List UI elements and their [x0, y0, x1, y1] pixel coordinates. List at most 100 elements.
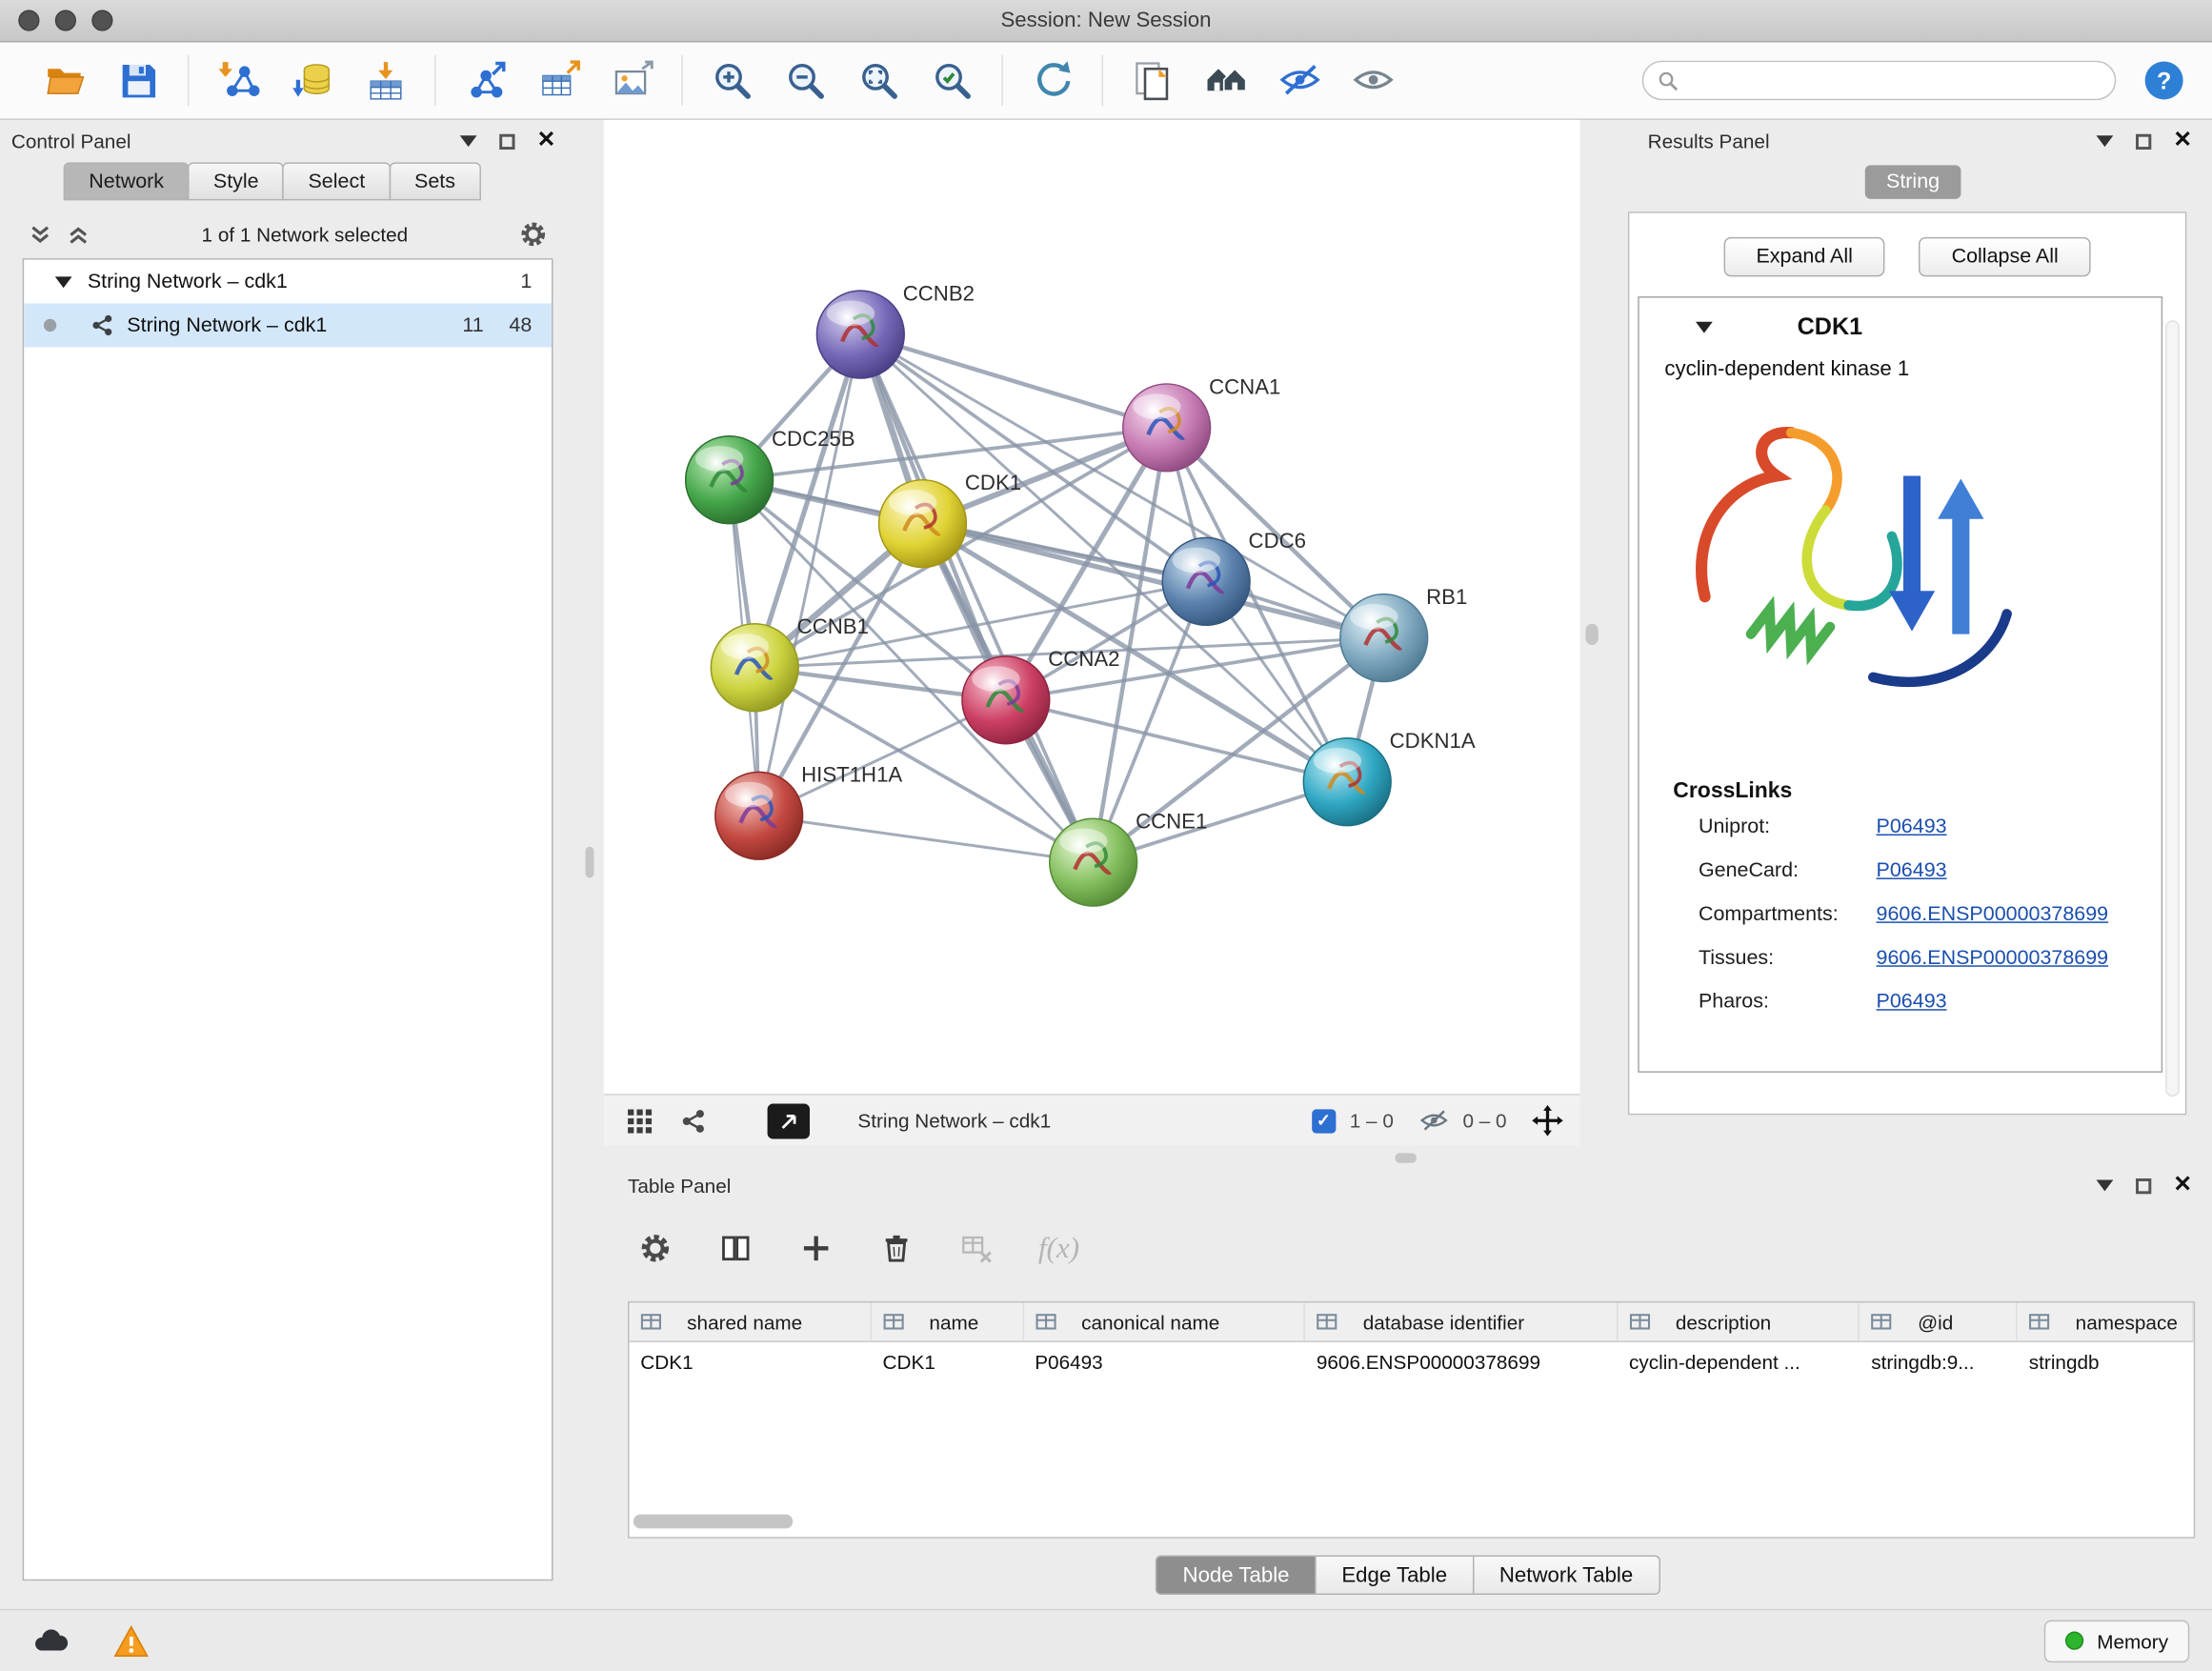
crosslink-link[interactable]: P06493	[1877, 990, 1947, 1013]
table-cell[interactable]: stringdb:9...	[1860, 1342, 2018, 1381]
tab-network-table[interactable]: Network Table	[1473, 1556, 1660, 1595]
network-node-hist1h1a[interactable]	[715, 772, 803, 859]
maximize-window-button[interactable]	[91, 10, 112, 30]
create-column-button[interactable]	[797, 1229, 835, 1266]
zoom-out-button[interactable]	[774, 48, 838, 112]
gallery-button[interactable]	[1194, 48, 1258, 112]
selected-checkbox-icon[interactable]: ✓	[1312, 1109, 1336, 1133]
cloud-status-button[interactable]	[23, 1620, 76, 1661]
import-network-database-button[interactable]	[279, 48, 344, 112]
tab-network[interactable]: Network	[64, 162, 190, 200]
network-node-ccnb1[interactable]	[711, 624, 798, 712]
copy-document-button[interactable]	[1120, 48, 1185, 112]
tab-select[interactable]: Select	[283, 162, 391, 200]
network-graph[interactable]: CCNB2CCNA1CDC25BCDK1CDC6RB1CCNB1CCNA2CDK…	[604, 120, 1580, 1094]
detach-view-button[interactable]	[768, 1103, 810, 1138]
tab-string[interactable]: String	[1865, 165, 1961, 199]
float-panel-icon[interactable]	[459, 135, 476, 147]
import-network-file-button[interactable]	[206, 48, 271, 112]
collection-expander-icon[interactable]	[55, 276, 72, 288]
table-settings-button[interactable]	[636, 1229, 674, 1266]
open-session-button[interactable]	[32, 48, 97, 112]
help-button[interactable]: ?	[2139, 55, 2189, 106]
tab-style[interactable]: Style	[188, 162, 284, 200]
network-node-cdc6[interactable]	[1162, 537, 1250, 625]
table-row[interactable]: CDK1CDK1P064939606.ENSP00000378699cyclin…	[629, 1342, 2193, 1381]
table-cell[interactable]: cyclin-dependent ...	[1618, 1342, 1860, 1381]
network-node-ccne1[interactable]	[1050, 818, 1137, 906]
network-row[interactable]: String Network – cdk1 11 48	[24, 304, 552, 348]
save-session-button[interactable]	[106, 48, 171, 112]
maximize-panel-icon[interactable]	[2135, 1178, 2150, 1193]
zoom-in-button[interactable]	[700, 48, 765, 112]
table-horizontal-scrollbar[interactable]	[633, 1515, 793, 1529]
float-panel-icon[interactable]	[2096, 135, 2113, 147]
table-cell[interactable]: CDK1	[629, 1342, 871, 1381]
show-columns-button[interactable]	[716, 1229, 754, 1266]
network-node-cdkn1a[interactable]	[1303, 738, 1391, 826]
column-header-namespace[interactable]: namespace	[2018, 1302, 2194, 1340]
zoom-selected-button[interactable]	[920, 48, 985, 112]
network-edge[interactable]	[860, 334, 1166, 428]
birdseye-view-button[interactable]	[674, 1102, 712, 1139]
export-image-button[interactable]	[599, 48, 664, 112]
collapse-all-button[interactable]: Collapse All	[1920, 237, 2091, 276]
table-cell[interactable]: 9606.ENSP00000378699	[1305, 1342, 1618, 1381]
delete-table-button[interactable]	[958, 1229, 995, 1266]
tab-edge-table[interactable]: Edge Table	[1315, 1556, 1474, 1595]
network-node-cdc25b[interactable]	[686, 436, 774, 524]
global-search[interactable]	[1642, 61, 2117, 100]
table-cell[interactable]: stringdb	[2018, 1342, 2194, 1381]
column-header-name[interactable]: name	[872, 1302, 1024, 1340]
table-cell[interactable]: P06493	[1023, 1342, 1305, 1381]
close-window-button[interactable]	[18, 10, 39, 30]
close-panel-icon[interactable]: ✕	[2173, 1175, 2192, 1198]
export-table-button[interactable]	[526, 48, 591, 112]
network-node-ccna1[interactable]	[1123, 384, 1211, 472]
network-edge[interactable]	[759, 334, 861, 815]
close-panel-icon[interactable]: ✕	[537, 130, 556, 152]
function-builder-button[interactable]: f(x)	[1038, 1230, 1079, 1265]
tab-node-table[interactable]: Node Table	[1156, 1556, 1316, 1595]
network-node-ccnb2[interactable]	[816, 291, 904, 378]
tab-sets[interactable]: Sets	[389, 162, 480, 200]
hide-graphics-details-button[interactable]	[1267, 48, 1332, 112]
memory-button[interactable]: Memory	[2044, 1620, 2189, 1661]
column-header-id[interactable]: @id	[1860, 1302, 2018, 1340]
column-header-shared-name[interactable]: shared name	[629, 1302, 871, 1340]
table-cell[interactable]: CDK1	[872, 1342, 1024, 1381]
close-panel-icon[interactable]: ✕	[2173, 130, 2192, 152]
expand-all-button[interactable]: Expand All	[1723, 237, 1885, 276]
import-table-button[interactable]	[352, 48, 417, 112]
expand-all-icon[interactable]	[67, 222, 90, 246]
gear-icon[interactable]	[519, 220, 548, 249]
crosslink-link[interactable]: 9606.ENSP00000378699	[1877, 946, 2109, 969]
show-graphics-details-button[interactable]	[1340, 48, 1405, 112]
pan-crosshair-icon[interactable]	[1532, 1105, 1563, 1137]
network-canvas[interactable]: CCNB2CCNA1CDC25BCDK1CDC6RB1CCNB1CCNA2CDK…	[604, 120, 1580, 1094]
crosslink-link[interactable]: 9606.ENSP00000378699	[1877, 902, 2109, 925]
network-node-cdk1[interactable]	[879, 480, 967, 568]
results-scrollbar[interactable]	[2165, 320, 2180, 1097]
crosslink-link[interactable]: P06493	[1877, 815, 1947, 838]
hidden-eye-icon[interactable]	[1419, 1106, 1449, 1136]
network-edge[interactable]	[922, 524, 1383, 638]
warnings-button[interactable]	[105, 1620, 158, 1661]
entry-expander-icon[interactable]	[1696, 322, 1713, 333]
network-edge[interactable]	[1006, 700, 1347, 782]
column-header-database-identifier[interactable]: database identifier	[1305, 1302, 1618, 1340]
maximize-panel-icon[interactable]	[499, 133, 514, 149]
network-node-ccna2[interactable]	[962, 656, 1050, 744]
network-node-rb1[interactable]	[1340, 594, 1428, 682]
grid-view-button[interactable]	[621, 1102, 658, 1139]
network-edge[interactable]	[759, 815, 1094, 862]
left-splitter-handle[interactable]	[586, 847, 594, 878]
collapse-all-icon[interactable]	[29, 222, 52, 246]
export-network-button[interactable]	[452, 48, 517, 112]
column-header-description[interactable]: description	[1618, 1302, 1860, 1340]
float-panel-icon[interactable]	[2096, 1179, 2113, 1191]
zoom-fit-button[interactable]	[847, 48, 912, 112]
right-splitter-handle[interactable]	[1585, 624, 1598, 645]
horizontal-splitter-handle[interactable]	[1396, 1153, 1417, 1162]
network-collection-row[interactable]: String Network – cdk1 1	[24, 260, 552, 304]
